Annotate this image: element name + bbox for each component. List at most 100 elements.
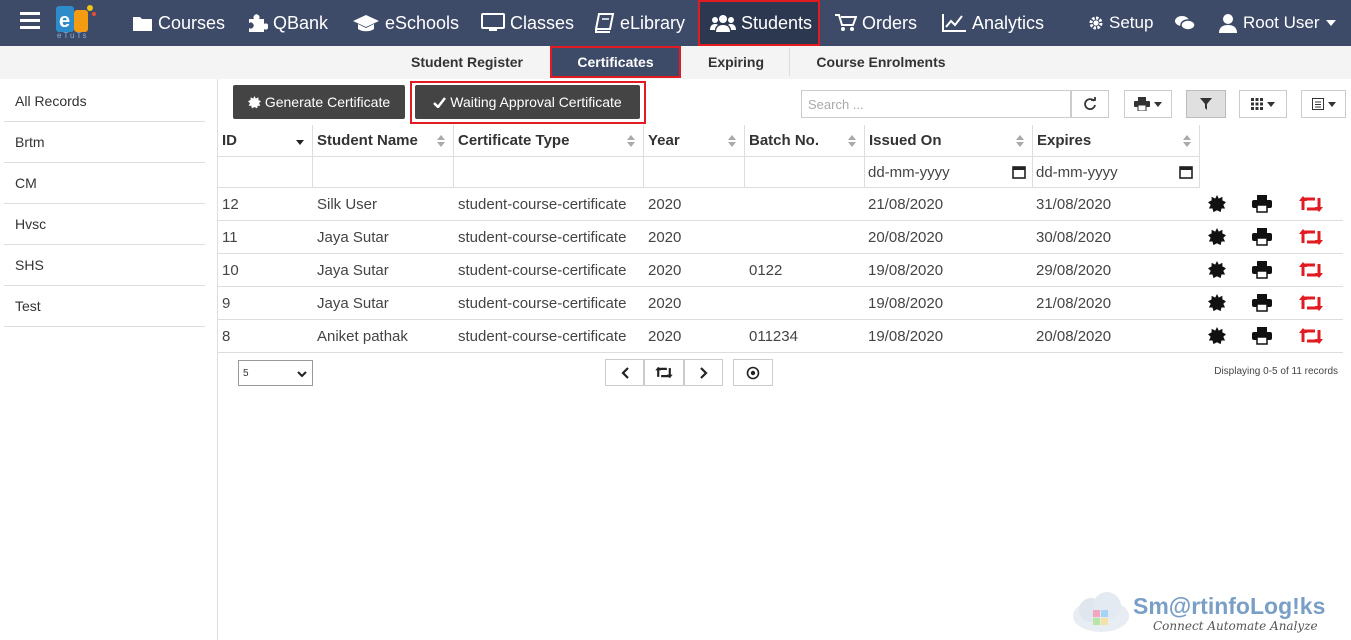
certificate-badge-icon[interactable] [1207,294,1227,312]
chat-button[interactable] [1174,0,1201,46]
certificate-badge-icon[interactable] [1207,228,1227,246]
column-header-expires[interactable]: Expires [1033,125,1200,157]
watermark-brand: Sm@rtinfoLog!ks [1133,593,1326,619]
caret-down-icon [1327,101,1336,107]
cell-certificate-type: student-course-certificate [458,261,627,279]
nav-students[interactable]: Students [698,0,820,46]
table-row: 11 Jaya Sutar student-course-certificate… [218,221,1343,254]
sidebar-item-brtm[interactable]: Brtm [4,122,205,163]
cell-id: 12 [222,195,239,213]
page-size-value: 5 [243,367,249,379]
calendar-icon[interactable] [1179,165,1193,179]
subtab-expiring[interactable]: Expiring [684,46,788,78]
subtab-student-register[interactable]: Student Register [388,46,546,78]
print-icon[interactable] [1252,261,1272,279]
nav-setup[interactable]: Setup [1088,0,1153,46]
puzzle-icon [249,14,268,32]
graduation-cap-icon [353,15,379,32]
certificate-badge-icon[interactable] [1207,261,1227,279]
nav-orders[interactable]: Orders [835,0,917,46]
cell-batch: 011234 [749,327,798,345]
book-icon [595,13,615,33]
sidebar-item-test[interactable]: Test [4,286,205,327]
caret-down-icon [1325,20,1336,26]
table-row: 10 Jaya Sutar student-course-certificate… [218,254,1343,287]
filter-student-name-input[interactable] [313,157,454,188]
sidebar-item-shs[interactable]: SHS [4,245,205,286]
cell-certificate-type: student-course-certificate [458,228,627,246]
page-size-select[interactable]: 5 [238,360,313,386]
cell-expires: 21/08/2020 [1036,294,1112,312]
filter-certificate-type-input[interactable] [454,157,644,188]
filter-year-input[interactable] [644,157,745,188]
calendar-icon[interactable] [1012,165,1026,179]
print-icon[interactable] [1252,228,1272,246]
cell-issued-on: 21/08/2020 [868,195,944,213]
certificate-badge-icon[interactable] [1207,195,1227,213]
generate-certificate-button[interactable]: Generate Certificate [233,85,405,119]
columns-menu-button[interactable] [1239,90,1287,118]
retweet-icon[interactable] [1299,195,1323,213]
chevron-right-icon [699,366,708,379]
retweet-icon[interactable] [1299,228,1323,246]
retweet-icon[interactable] [1299,261,1323,279]
nav-courses[interactable]: Courses [132,0,225,46]
chevron-down-icon [297,371,307,377]
filter-toggle-button[interactable] [1186,90,1226,118]
subtab-course-enrolments[interactable]: Course Enrolments [790,46,972,78]
grid-icon [1251,98,1263,110]
filter-id-input[interactable] [218,157,313,188]
column-header-student-name[interactable]: Student Name [313,125,454,157]
export-menu-button[interactable] [1301,90,1346,118]
previous-page-button[interactable] [605,359,644,386]
user-menu[interactable]: Root User [1218,0,1341,46]
next-page-button[interactable] [684,359,723,386]
print-icon[interactable] [1252,294,1272,312]
retweet-icon[interactable] [1299,327,1323,345]
retweet-icon[interactable] [1299,294,1323,312]
nav-eschools-label: eSchools [385,12,460,33]
subtab-certificates[interactable]: Certificates [550,46,681,78]
sidebar-item-hvsc[interactable]: Hvsc [4,204,205,245]
filter-issued-on-date[interactable]: dd-mm-yyyy [865,157,1033,188]
certificate-badge-icon[interactable] [1207,327,1227,345]
search-input[interactable]: Search ... [801,90,1071,118]
nav-analytics[interactable]: Analytics [941,0,1044,46]
print-menu-button[interactable] [1124,90,1172,118]
nav-qbank[interactable]: QBank [247,0,328,46]
go-to-page-button[interactable] [733,359,773,386]
column-header-certificate-type[interactable]: Certificate Type [454,125,644,157]
list-icon [1311,98,1324,110]
column-header-batch-no[interactable]: Batch No. [745,125,865,157]
column-header-year[interactable]: Year [644,125,745,157]
hamburger-menu-icon[interactable] [20,12,40,30]
watermark-tagline: Connect Automate Analyze [1153,619,1318,633]
cell-certificate-type: student-course-certificate [458,327,627,345]
column-header-id[interactable]: ID [218,125,313,157]
sort-icon [1016,135,1024,147]
filter-expires-date[interactable]: dd-mm-yyyy [1033,157,1200,188]
nav-classes[interactable]: Classes [481,0,574,46]
refresh-button[interactable] [1071,90,1109,118]
column-header-label: Certificate Type [458,132,570,149]
print-icon[interactable] [1252,195,1272,213]
print-icon[interactable] [1252,327,1272,345]
sidebar: All Records Brtm CM Hvsc SHS Test [0,79,218,640]
sidebar-item-all-records[interactable]: All Records [4,81,205,122]
nav-analytics-label: Analytics [972,12,1045,33]
smartinfologiks-cloud-logo [1073,592,1129,632]
certificate-badge-icon [247,95,261,108]
caret-down-icon [1267,101,1275,107]
sidebar-item-cm[interactable]: CM [4,163,205,204]
app-logo[interactable]: e eTuTs [54,2,98,42]
sort-desc-icon [296,140,304,145]
waiting-approval-certificate-button[interactable]: Waiting Approval Certificate [415,85,640,119]
svg-text:e: e [59,10,70,32]
column-header-issued-on[interactable]: Issued On [865,125,1033,157]
sort-icon [437,135,445,147]
nav-eschools[interactable]: eSchools [352,0,459,46]
reload-page-button[interactable] [644,359,684,386]
filter-batch-input[interactable] [745,157,865,188]
nav-elibrary[interactable]: eLibrary [595,0,685,46]
sort-icon [848,135,856,147]
